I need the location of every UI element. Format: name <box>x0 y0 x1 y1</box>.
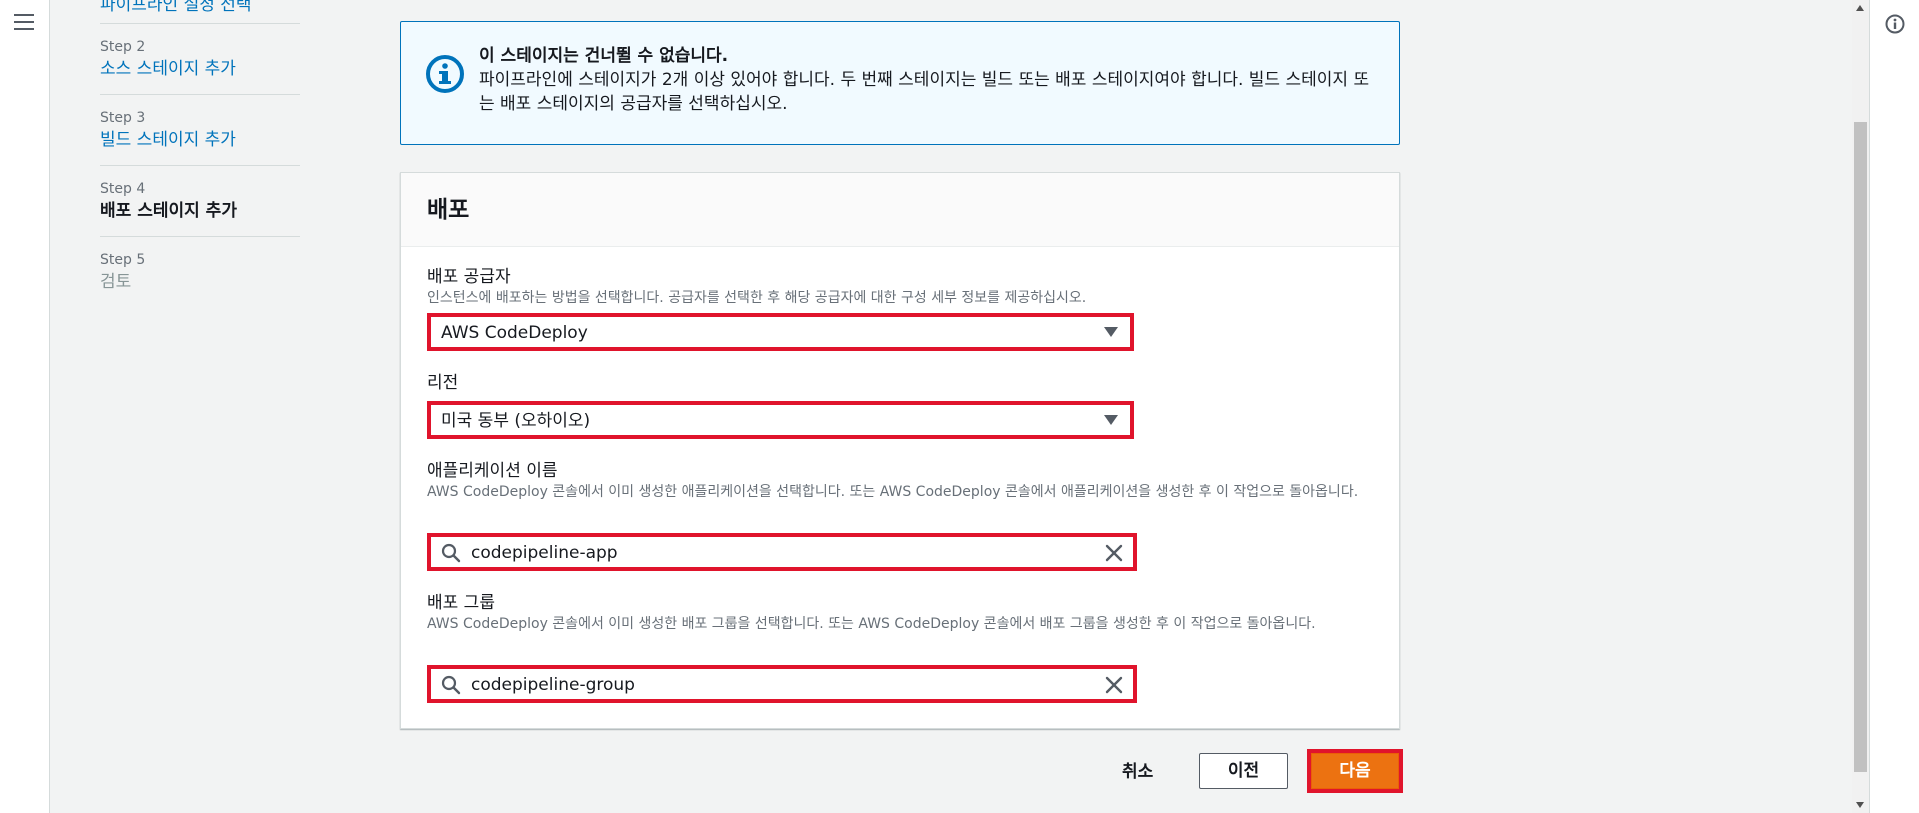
wizard-actions: 취소 이전 다음 <box>400 749 1403 793</box>
app-name-label: 애플리케이션 이름 <box>427 461 558 481</box>
cancel-button[interactable]: 취소 <box>1122 757 1153 782</box>
deploy-group-search[interactable] <box>427 665 1137 703</box>
clear-icon[interactable] <box>1103 674 1125 696</box>
vertical-scrollbar[interactable] <box>1852 0 1869 813</box>
app-name-input[interactable] <box>471 542 1071 564</box>
info-alert: 이 스테이지는 건너뛸 수 없습니다. 파이프라인에 스테이지가 2개 이상 있… <box>400 21 1400 145</box>
next-button[interactable]: 다음 <box>1311 753 1399 789</box>
hamburger-menu-icon[interactable] <box>14 14 34 32</box>
scroll-up-arrow-icon[interactable] <box>1856 5 1864 11</box>
step-3-link[interactable]: 빌드 스테이지 추가 <box>100 127 300 153</box>
alert-body: 파이프라인에 스테이지가 2개 이상 있어야 합니다. 두 번째 스테이지는 빌… <box>479 70 1370 114</box>
deploy-panel: 배포 배포 공급자 인스턴스에 배포하는 방법을 선택합니다. 공급자를 선택한… <box>400 172 1400 729</box>
region-field: 리전 미국 동부 (오하이오) <box>427 371 1367 439</box>
deploy-provider-desc: 인스턴스에 배포하는 방법을 선택합니다. 공급자를 선택한 후 해당 공급자에… <box>427 290 1087 306</box>
info-icon <box>426 55 464 93</box>
deploy-group-label: 배포 그룹 <box>427 593 495 613</box>
nav-step-1[interactable]: 파이프라인 설정 선택 <box>100 0 300 24</box>
deploy-group-field: 배포 그룹 AWS CodeDeploy 콘솔에서 이미 생성한 배포 그룹을 … <box>427 591 1367 703</box>
nav-step-3[interactable]: Step 3 빌드 스테이지 추가 <box>100 95 300 166</box>
scroll-down-arrow-icon[interactable] <box>1856 802 1864 808</box>
region-value: 미국 동부 (오하이오) <box>441 411 591 431</box>
scroll-thumb[interactable] <box>1854 122 1867 772</box>
right-rail <box>1869 0 1919 813</box>
next-button-highlight: 다음 <box>1307 749 1403 793</box>
step-5-disabled: 검토 <box>100 272 132 292</box>
deploy-provider-label: 배포 공급자 <box>427 267 511 287</box>
caret-down-icon <box>1104 415 1118 425</box>
step-4-label: Step 4 <box>100 181 146 197</box>
step-3-label: Step 3 <box>100 110 146 126</box>
step-1-link[interactable]: 파이프라인 설정 선택 <box>100 0 300 18</box>
deploy-group-input[interactable] <box>471 674 1071 696</box>
app-name-search[interactable] <box>427 533 1137 571</box>
caret-down-icon <box>1104 327 1118 337</box>
panel-title: 배포 <box>427 197 470 223</box>
alert-title: 이 스테이지는 건너뛸 수 없습니다. <box>479 46 729 66</box>
step-4-current: 배포 스테이지 추가 <box>100 201 237 221</box>
step-2-link[interactable]: 소스 스테이지 추가 <box>100 56 300 82</box>
left-rail <box>0 0 50 813</box>
wizard-steps-nav: 파이프라인 설정 선택 Step 2 소스 스테이지 추가 Step 3 빌드 … <box>100 0 300 307</box>
panel-header: 배포 <box>401 173 1399 247</box>
search-icon <box>441 543 461 563</box>
info-panel-icon[interactable] <box>1885 14 1905 34</box>
app-name-desc: AWS CodeDeploy 콘솔에서 이미 생성한 애플리케이션을 선택합니다… <box>427 484 1359 500</box>
nav-step-4: Step 4 배포 스테이지 추가 <box>100 166 300 237</box>
nav-step-5: Step 5 검토 <box>100 237 300 307</box>
search-icon <box>441 675 461 695</box>
nav-step-2[interactable]: Step 2 소스 스테이지 추가 <box>100 24 300 95</box>
app-name-field: 애플리케이션 이름 AWS CodeDeploy 콘솔에서 이미 생성한 애플리… <box>427 459 1367 571</box>
step-2-label: Step 2 <box>100 39 146 55</box>
deploy-provider-value: AWS CodeDeploy <box>441 323 588 343</box>
clear-icon[interactable] <box>1103 542 1125 564</box>
previous-button[interactable]: 이전 <box>1199 753 1288 789</box>
step-5-label: Step 5 <box>100 252 146 268</box>
region-select[interactable]: 미국 동부 (오하이오) <box>427 401 1134 439</box>
deploy-provider-field: 배포 공급자 인스턴스에 배포하는 방법을 선택합니다. 공급자를 선택한 후 … <box>427 265 1367 351</box>
region-label: 리전 <box>427 373 459 393</box>
deploy-group-desc: AWS CodeDeploy 콘솔에서 이미 생성한 배포 그룹을 선택합니다.… <box>427 616 1316 632</box>
deploy-provider-select[interactable]: AWS CodeDeploy <box>427 313 1134 351</box>
